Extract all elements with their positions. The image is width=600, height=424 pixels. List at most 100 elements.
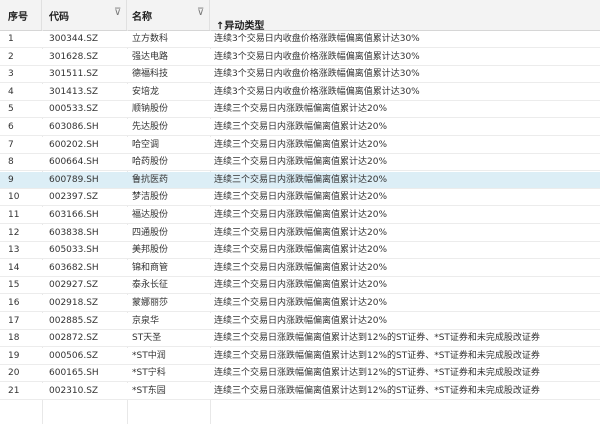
cell-no: 21: [8, 386, 20, 396]
cell-code: 301628.SZ: [49, 51, 99, 62]
cell-code: 605033.SH: [49, 245, 99, 256]
header-no[interactable]: 序号: [0, 0, 42, 30]
cell-type: 连续三个交易日内涨跌幅偏离值累计达20%: [214, 157, 388, 168]
cell-type: 连续3个交易日内收盘价格涨跌幅偏离值累计达30%: [214, 51, 420, 62]
cell-name: 哈药股份: [132, 157, 169, 168]
cell-name: 京泉华: [132, 315, 160, 326]
cell-type: 连续三个交易日涨跌幅偏离值累计达到12%的ST证券、*ST证券和未完成股改证券: [214, 368, 540, 379]
table-row[interactable]: 11 603166.SH 福达股份 连续三个交易日内涨跌幅偏离值累计达20%: [0, 207, 600, 224]
cell-name: 美邦股份: [132, 245, 169, 256]
table-row[interactable]: 2 301628.SZ 强达电路 连续3个交易日内收盘价格涨跌幅偏离值累计达30%: [0, 48, 600, 66]
cell-code: 600202.SH: [49, 139, 99, 150]
cell-no: 2: [8, 51, 14, 62]
table-row[interactable]: 10 002397.SZ 梦洁股份 连续三个交易日内涨跌幅偏离值累计达20%: [0, 189, 600, 207]
table-row[interactable]: 15 002927.SZ 泰永长征 连续三个交易日内涨跌幅偏离值累计达20%: [0, 277, 600, 295]
cell-type: 连续3个交易日内收盘价格涨跌幅偏离值累计达30%: [214, 34, 420, 44]
cell-name: 梦洁股份: [132, 192, 169, 203]
cell-type: 连续三个交易日内涨跌幅偏离值累计达20%: [214, 139, 388, 150]
cell-no: 9: [8, 174, 14, 185]
stock-anomaly-table: 序号 代码 ⊽ 名称 ⊽ ↑异动类型 1 300344.SZ 立方数科 连续3个交易日…: [0, 0, 600, 424]
cell-no: 16: [8, 298, 20, 308]
cell-no: 10: [8, 192, 20, 203]
table-row[interactable]: 12 603838.SH 四通股份 连续三个交易日内涨跌幅偏离值累计达20%: [0, 224, 600, 242]
cell-code: 603166.SH: [49, 210, 99, 220]
filter-icon[interactable]: ⊽: [114, 7, 121, 18]
cell-code: 002310.SZ: [49, 386, 99, 396]
cell-type: 连续3个交易日内收盘价格涨跌幅偏离值累计达30%: [214, 69, 420, 80]
header-code[interactable]: 代码 ⊽: [42, 0, 127, 30]
cell-name: 立方数科: [132, 34, 169, 44]
cell-type: 连续3个交易日内收盘价格涨跌幅偏离值累计达30%: [214, 86, 420, 97]
cell-name: 锦和商管: [132, 262, 169, 273]
cell-type: 连续三个交易日内涨跌幅偏离值累计达20%: [214, 192, 388, 203]
table-header: 序号 代码 ⊽ 名称 ⊽ ↑异动类型: [0, 0, 600, 32]
cell-type: 连续三个交易日涨跌幅偏离值累计达到12%的ST证券、*ST证券和未完成股改证券: [214, 350, 540, 361]
table-row[interactable]: 9 600789.SH 鲁抗医药 连续三个交易日内涨跌幅偏离值累计达20%: [0, 171, 600, 189]
cell-code: 002885.SZ: [49, 315, 99, 326]
cell-code: 301511.SZ: [49, 69, 99, 80]
cell-no: 13: [8, 245, 20, 256]
cell-no: 8: [8, 157, 14, 168]
cell-type: 连续三个交易日内涨跌幅偏离值累计达20%: [214, 298, 388, 308]
table-row[interactable]: 1 300344.SZ 立方数科 连续3个交易日内收盘价格涨跌幅偏离值累计达30%: [0, 31, 600, 48]
table-row[interactable]: 19 000506.SZ *ST中润 连续三个交易日涨跌幅偏离值累计达到12%的ST证…: [0, 347, 600, 365]
cell-name: 四通股份: [132, 227, 169, 238]
cell-no: 1: [8, 34, 14, 44]
cell-name: 安培龙: [132, 86, 160, 97]
table-row[interactable]: 8 600664.SH 哈药股份 连续三个交易日内涨跌幅偏离值累计达20%: [0, 154, 600, 172]
table-row[interactable]: 3 301511.SZ 德福科技 连续3个交易日内收盘价格涨跌幅偏离值累计达30%: [0, 66, 600, 84]
filter-icon[interactable]: ⊽: [197, 7, 204, 18]
cell-type: 连续三个交易日内涨跌幅偏离值累计达20%: [214, 315, 388, 326]
header-type[interactable]: ↑异动类型: [210, 0, 600, 32]
cell-no: 4: [8, 86, 14, 97]
cell-code: 300344.SZ: [49, 34, 99, 44]
cell-no: 18: [8, 333, 20, 344]
cell-name: *ST宁科: [132, 368, 166, 379]
table-row[interactable]: 14 603682.SH 锦和商管 连续三个交易日内涨跌幅偏离值累计达20%: [0, 259, 600, 277]
cell-name: 顺钠股份: [132, 104, 169, 115]
header-code-label: 代码: [49, 12, 69, 23]
cell-code: 002918.SZ: [49, 298, 99, 308]
cell-code: 603838.SH: [49, 227, 99, 238]
table-row[interactable]: 13 605033.SH 美邦股份 连续三个交易日内涨跌幅偏离值累计达20%: [0, 242, 600, 260]
cell-code: 000533.SZ: [49, 104, 99, 115]
header-name[interactable]: 名称 ⊽: [127, 0, 210, 30]
cell-name: *ST中润: [132, 350, 166, 361]
cell-name: 强达电路: [132, 51, 169, 62]
cell-name: 泰永长征: [132, 280, 169, 291]
cell-type: 连续三个交易日内涨跌幅偏离值累计达20%: [214, 104, 388, 115]
table-row[interactable]: 6 603086.SH 先达股份 连续三个交易日内涨跌幅偏离值累计达20%: [0, 119, 600, 136]
cell-code: 002927.SZ: [49, 280, 99, 291]
cell-no: 20: [8, 368, 20, 379]
cell-name: *ST东园: [132, 386, 166, 396]
table-row[interactable]: 4 301413.SZ 安培龙 连续3个交易日内收盘价格涨跌幅偏离值累计达30%: [0, 83, 600, 101]
cell-no: 17: [8, 315, 20, 326]
cell-code: 600789.SH: [49, 174, 99, 185]
table-row[interactable]: 17 002885.SZ 京泉华 连续三个交易日内涨跌幅偏离值累计达20%: [0, 312, 600, 330]
table-row[interactable]: 20 600165.SH *ST宁科 连续三个交易日涨跌幅偏离值累计达到12%的ST证…: [0, 365, 600, 383]
header-name-label: 名称: [132, 12, 152, 23]
cell-type: 连续三个交易日涨跌幅偏离值累计达到12%的ST证券、*ST证券和未完成股改证券: [214, 333, 540, 344]
cell-no: 19: [8, 350, 20, 361]
table-row[interactable]: 21 002310.SZ *ST东园 连续三个交易日涨跌幅偏离值累计达到12%的ST证…: [0, 383, 600, 400]
cell-code: 002397.SZ: [49, 192, 99, 203]
cell-name: 福达股份: [132, 210, 169, 220]
cell-type: 连续三个交易日内涨跌幅偏离值累计达20%: [214, 174, 388, 185]
table-row[interactable]: 16 002918.SZ 蒙娜丽莎 连续三个交易日内涨跌幅偏离值累计达20%: [0, 295, 600, 312]
cell-type: 连续三个交易日内涨跌幅偏离值累计达20%: [214, 210, 388, 220]
cell-type: 连续三个交易日内涨跌幅偏离值累计达20%: [214, 262, 388, 273]
cell-no: 12: [8, 227, 20, 238]
cell-name: 德福科技: [132, 69, 169, 80]
cell-code: 301413.SZ: [49, 86, 99, 97]
cell-code: 600165.SH: [49, 368, 99, 379]
cell-type: 连续三个交易日内涨跌幅偏离值累计达20%: [214, 122, 388, 132]
table-row[interactable]: 7 600202.SH 哈空调 连续三个交易日内涨跌幅偏离值累计达20%: [0, 136, 600, 154]
cell-code: 002872.SZ: [49, 333, 99, 344]
cell-no: 5: [8, 104, 14, 115]
table-row[interactable]: 18 002872.SZ ST天圣 连续三个交易日涨跌幅偏离值累计达到12%的ST证券…: [0, 330, 600, 348]
header-no-label: 序号: [8, 12, 28, 23]
cell-no: 11: [8, 210, 20, 220]
cell-no: 7: [8, 139, 14, 150]
cell-no: 3: [8, 69, 14, 80]
table-row[interactable]: 5 000533.SZ 顺钠股份 连续三个交易日内涨跌幅偏离值累计达20%: [0, 101, 600, 119]
